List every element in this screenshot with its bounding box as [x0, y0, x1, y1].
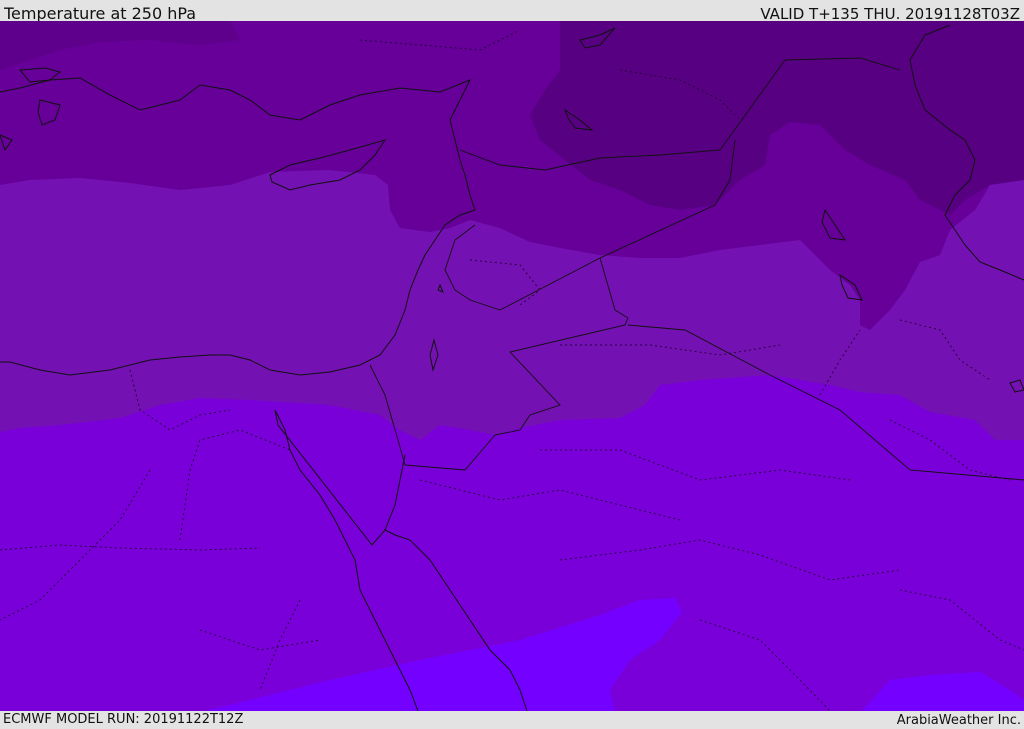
credit-label: ArabiaWeather Inc.	[896, 713, 1021, 728]
header-bar: Temperature at 250 hPa VALID T+135 THU. …	[0, 0, 1024, 23]
map-canvas	[0, 21, 1024, 711]
footer-bar: ECMWF MODEL RUN: 20191122T12Z ArabiaWeat…	[0, 711, 1024, 729]
model-run-label: ECMWF MODEL RUN: 20191122T12Z	[3, 712, 244, 727]
weather-map[interactable]	[0, 21, 1024, 711]
